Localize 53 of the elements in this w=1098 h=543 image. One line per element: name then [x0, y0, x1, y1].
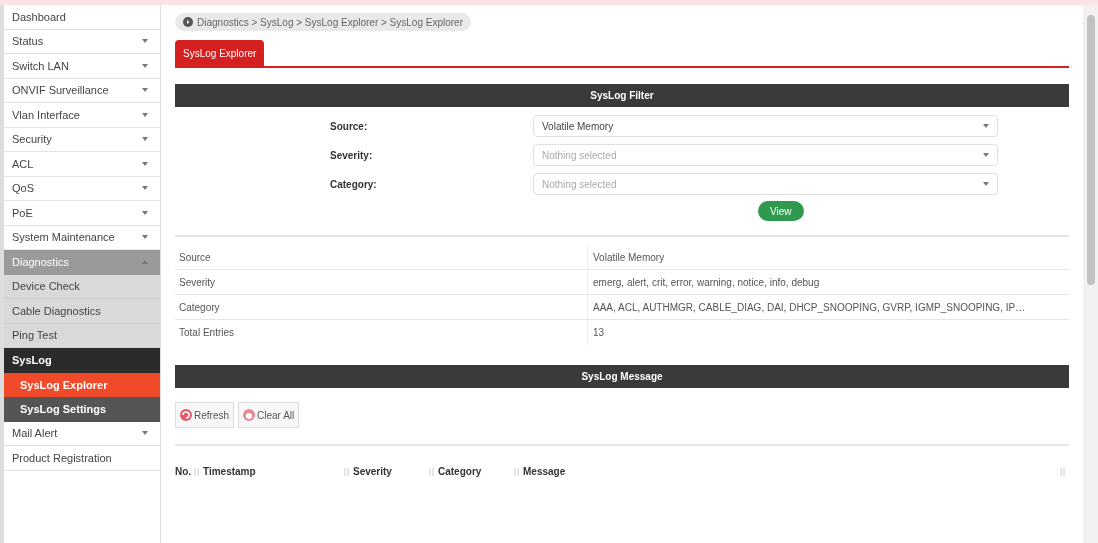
caret-icon [142, 88, 148, 93]
sidebar-item[interactable]: SysLog [4, 348, 160, 373]
column-header[interactable]: Timestamp [203, 464, 353, 479]
caret-icon [142, 210, 148, 215]
clear-icon [243, 409, 255, 421]
caret-icon [983, 182, 989, 186]
caret-icon [142, 260, 148, 265]
sidebar-item[interactable]: Cable Diagnostics [4, 299, 160, 324]
table-cell-text: Total Entries [178, 326, 236, 340]
field-label: Category: [330, 177, 378, 192]
table-cell: 13 [587, 320, 1069, 345]
caret-icon [142, 112, 148, 117]
sidebar-item[interactable]: Device Check [4, 274, 160, 299]
sort-icon [514, 467, 519, 476]
section-header: SysLog Message [175, 365, 1069, 388]
column-header[interactable]: Severity [353, 464, 438, 479]
sidebar-item[interactable]: SysLog Settings [4, 397, 160, 422]
select-field[interactable]: Volatile Memory [533, 115, 998, 137]
caret-icon [142, 63, 148, 68]
section-header: SysLog Filter [175, 84, 1069, 107]
view-button[interactable]: View [758, 201, 804, 221]
table-cell-text: Category [178, 300, 221, 315]
field-label: Severity: [330, 148, 374, 163]
table-cell: emerg, alert, crit, error, warning, notice, info, debug [587, 270, 1069, 294]
table-cell: AAA, ACL, AUTHMGR, CABLE_DIAG, DAI, DHCP_SNOOPING, GVRP, IGMP_SNOOPING, IP… [587, 295, 1069, 319]
caret-icon [142, 137, 148, 142]
navigation-icon [183, 17, 193, 27]
sidebar-item[interactable]: SysLog Explorer [4, 372, 160, 397]
breadcrumb: Diagnostics > SysLog > SysLog Explorer > SysLog Explorer [175, 13, 471, 31]
sort-icon [1060, 467, 1065, 476]
caret-icon [142, 431, 148, 436]
column-header[interactable]: Category [438, 464, 523, 479]
table-cell: Volatile Memory [587, 245, 1069, 269]
scrollbar[interactable] [1083, 5, 1098, 543]
refresh-button[interactable]: Refresh [175, 402, 234, 428]
tab[interactable]: SysLog Explorer [175, 40, 265, 66]
caret-icon [983, 124, 989, 128]
sort-icon [429, 467, 434, 476]
caret-icon [983, 153, 989, 157]
caret-icon [142, 161, 148, 166]
sort-icon [344, 467, 349, 476]
sidebar-item[interactable]: Ping Test [4, 323, 160, 348]
table-cell-text: Severity [178, 275, 217, 290]
field-label: Source: [330, 119, 369, 134]
column-header[interactable]: Message [523, 464, 1069, 479]
caret-icon [142, 39, 148, 44]
column-header[interactable]: No. [175, 464, 203, 479]
caret-icon [142, 186, 148, 191]
clear-button[interactable]: Clear All [238, 402, 300, 428]
caret-icon [142, 235, 148, 240]
sort-icon [194, 467, 199, 476]
table-cell-text: Source [178, 250, 212, 265]
refresh-icon [180, 409, 192, 421]
